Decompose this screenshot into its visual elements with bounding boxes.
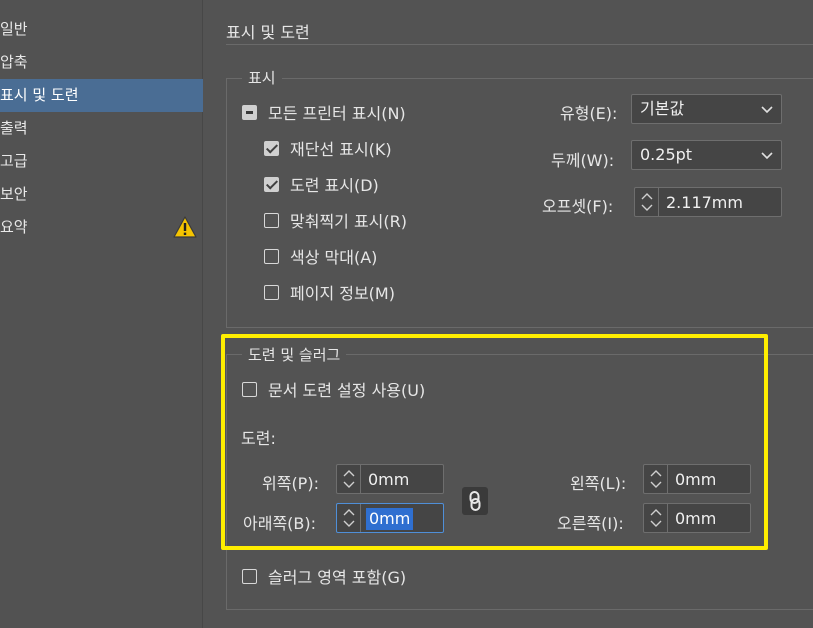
- sidebar-item-label: 보안: [0, 185, 28, 203]
- sidebar-item-compression[interactable]: 압축: [0, 46, 203, 79]
- offset-stepper[interactable]: 2.117mm: [634, 187, 782, 217]
- sidebar-item-label: 일반: [0, 20, 28, 38]
- page-info-label: 페이지 정보(M): [290, 284, 395, 303]
- all-printer-marks-row[interactable]: 모든 프린터 표시(N): [242, 100, 406, 124]
- offset-value[interactable]: 2.117mm: [666, 188, 743, 218]
- sidebar-item-label: 출력: [0, 119, 28, 137]
- type-select[interactable]: 기본값: [631, 94, 782, 124]
- include-slug-label: 슬러그 영역 포함(G): [268, 568, 407, 587]
- all-printer-marks-label: 모든 프린터 표시(N): [268, 104, 406, 123]
- crop-marks-row[interactable]: 재단선 표시(K): [264, 136, 392, 160]
- offset-label: 오프셋(F):: [542, 197, 614, 216]
- weight-label: 두께(W):: [551, 151, 615, 170]
- sidebar-item-label: 고급: [0, 152, 28, 170]
- all-printer-marks-checkbox[interactable]: [242, 104, 257, 120]
- bleed-marks-row[interactable]: 도련 표시(D): [264, 172, 379, 196]
- color-bars-checkbox[interactable]: [264, 248, 279, 264]
- bleed-marks-label: 도련 표시(D): [290, 176, 379, 195]
- offset-stepper-arrows[interactable]: [635, 188, 659, 216]
- warning-triangle-icon: [173, 216, 197, 238]
- crop-marks-checkbox[interactable]: [264, 140, 279, 156]
- include-slug-row[interactable]: 슬러그 영역 포함(G): [242, 564, 406, 588]
- registration-marks-label: 맞춰찍기 표시(R): [290, 212, 408, 231]
- chevron-down-icon[interactable]: [641, 204, 653, 212]
- color-bars-label: 색상 막대(A): [290, 248, 378, 267]
- page-title: 표시 및 도련: [226, 23, 310, 42]
- chevron-down-icon: [761, 106, 773, 114]
- sidebar-item-advanced[interactable]: 고급: [0, 145, 203, 178]
- title-divider: [226, 44, 813, 45]
- crop-marks-label: 재단선 표시(K): [290, 140, 392, 159]
- bleed-marks-checkbox[interactable]: [264, 176, 279, 192]
- color-bars-row[interactable]: 색상 막대(A): [264, 244, 377, 268]
- page-info-row[interactable]: 페이지 정보(M): [264, 280, 395, 304]
- page-info-checkbox[interactable]: [264, 284, 279, 300]
- sidebar-item-label: 표시 및 도련: [0, 86, 79, 104]
- weight-select[interactable]: 0.25pt: [631, 140, 782, 170]
- registration-marks-row[interactable]: 맞춰찍기 표시(R): [264, 208, 407, 232]
- sidebar-item-security[interactable]: 보안: [0, 178, 203, 211]
- type-label: 유형(E):: [560, 104, 618, 123]
- sidebar-item-output[interactable]: 출력: [0, 112, 203, 145]
- sidebar-item-label: 요약: [0, 218, 28, 236]
- chevron-down-icon: [761, 152, 773, 160]
- sidebar: 일반 압축 표시 및 도련 출력 고급 보안 요약: [0, 0, 203, 628]
- sidebar-item-general[interactable]: 일반: [0, 13, 203, 46]
- highlight-box: [221, 334, 768, 550]
- chevron-up-icon[interactable]: [641, 192, 653, 200]
- sidebar-item-marks-and-bleeds[interactable]: 표시 및 도련: [0, 79, 203, 112]
- marks-group-legend: 표시: [242, 67, 282, 88]
- registration-marks-checkbox[interactable]: [264, 212, 279, 228]
- type-select-value: 기본값: [640, 99, 685, 118]
- weight-select-value: 0.25pt: [640, 145, 693, 164]
- include-slug-checkbox[interactable]: [242, 568, 257, 584]
- sidebar-item-label: 압축: [0, 53, 28, 71]
